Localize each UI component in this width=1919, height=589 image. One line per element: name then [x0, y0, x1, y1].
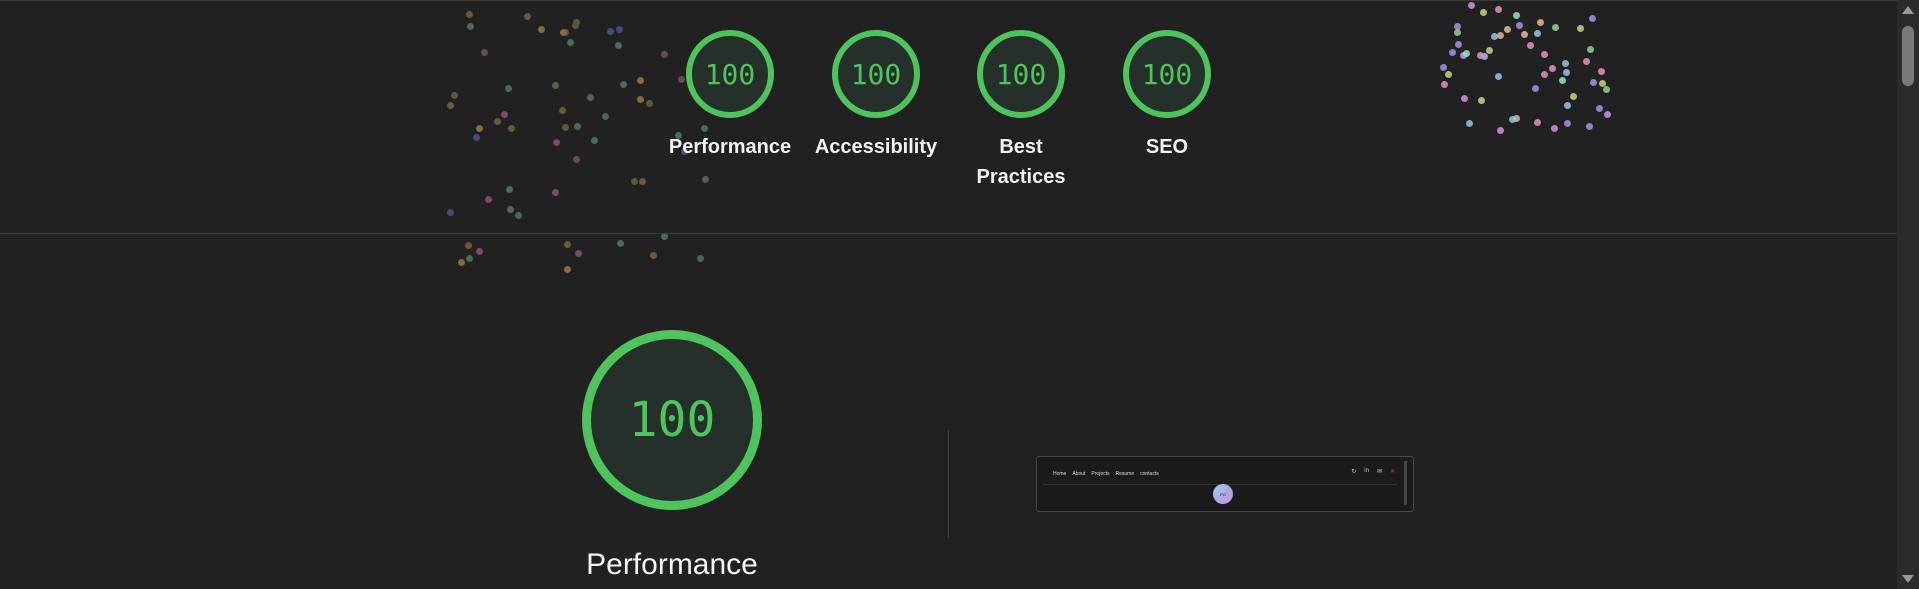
scroll-up-arrow-icon[interactable] — [1902, 6, 1914, 14]
confetti-dot — [1467, 2, 1475, 10]
refresh-icon: ↻ — [1351, 469, 1357, 475]
thumbnail-nav-item: contacts — [1140, 471, 1159, 477]
thumbnail-nav-item: Projects — [1091, 471, 1110, 477]
confetti-dot — [1536, 18, 1544, 26]
thumbnail-nav-item: Home — [1053, 471, 1067, 477]
confetti-dot — [1516, 22, 1524, 30]
gauge-ring: 100 — [686, 30, 774, 118]
confetti-dot — [515, 211, 523, 219]
thumbnail-nav-item: Resume — [1115, 471, 1135, 477]
confetti-dot — [571, 22, 579, 30]
confetti-dot — [1480, 8, 1488, 16]
thumbnail-icons: ↻ in ✉ ✕ — [1351, 468, 1395, 475]
gauge-label: SEO — [1145, 136, 1189, 158]
vertical-separator — [948, 430, 949, 538]
confetti-dot — [564, 266, 572, 274]
top-border — [0, 0, 1897, 1]
linkedin-icon: in — [1364, 468, 1369, 474]
gauge-score: 100 — [704, 57, 756, 91]
confetti-dot — [1588, 15, 1596, 23]
avatar: PG — [1213, 484, 1233, 504]
confetti-dot — [574, 249, 582, 257]
confetti-dot — [458, 258, 466, 266]
gauge-ring: 100 — [832, 30, 920, 118]
gauge-ring: 100 — [1123, 30, 1211, 118]
confetti-dot — [465, 255, 473, 263]
gauge-accessibility[interactable]: 100 Accessibility — [803, 30, 949, 162]
confetti-dot — [573, 19, 581, 27]
confetti-dot — [696, 255, 704, 263]
score-summary: 100 Performance 100 Accessibility 100 Be… — [0, 30, 1897, 210]
confetti-dot — [524, 12, 532, 20]
gauge-ring: 100 — [977, 30, 1065, 118]
gauge-label: Best Practices — [976, 136, 1066, 188]
confetti-dot — [649, 251, 657, 259]
thumbnail-nav-item: About — [1072, 471, 1086, 477]
confetti-dot — [563, 240, 571, 248]
category-score: 100 — [628, 392, 716, 448]
category-gauge: 100 — [582, 330, 762, 510]
page-scrollbar[interactable] — [1897, 0, 1919, 589]
confetti-dot — [476, 247, 484, 255]
scroll-down-arrow-icon[interactable] — [1902, 575, 1914, 583]
thumbnail-nav: Home About Projects Resume contacts — [1053, 471, 1159, 477]
gauge-label: Performance — [668, 136, 792, 158]
header-divider — [0, 233, 1897, 234]
confetti-dot — [465, 242, 473, 250]
gauge-performance[interactable]: 100 Performance — [657, 30, 803, 162]
confetti-dot — [616, 239, 624, 247]
gauge-label: Accessibility — [814, 136, 938, 158]
gauge-best-practices[interactable]: 100 Best Practices — [948, 30, 1094, 192]
confetti-dot — [447, 209, 455, 217]
final-screenshot[interactable]: Home About Projects Resume contacts ↻ in… — [1036, 456, 1414, 512]
confetti-dot — [1494, 5, 1502, 13]
close-icon: ✕ — [1389, 469, 1395, 475]
confetti-dot — [466, 10, 474, 18]
gauge-score: 100 — [850, 57, 902, 91]
confetti-dot — [1512, 11, 1520, 19]
lighthouse-report: 100 Performance 100 Accessibility 100 Be… — [0, 0, 1919, 589]
thumbnail-scrollbar — [1404, 461, 1407, 505]
scroll-thumb[interactable] — [1902, 26, 1914, 86]
confetti-dot — [1454, 22, 1462, 30]
category-title: Performance — [586, 548, 758, 581]
category-gauge-ring: 100 — [582, 330, 762, 510]
gauge-score: 100 — [1141, 57, 1193, 91]
mail-icon: ✉ — [1376, 469, 1382, 475]
gauge-seo[interactable]: 100 SEO — [1094, 30, 1240, 162]
gauge-score: 100 — [995, 57, 1047, 91]
